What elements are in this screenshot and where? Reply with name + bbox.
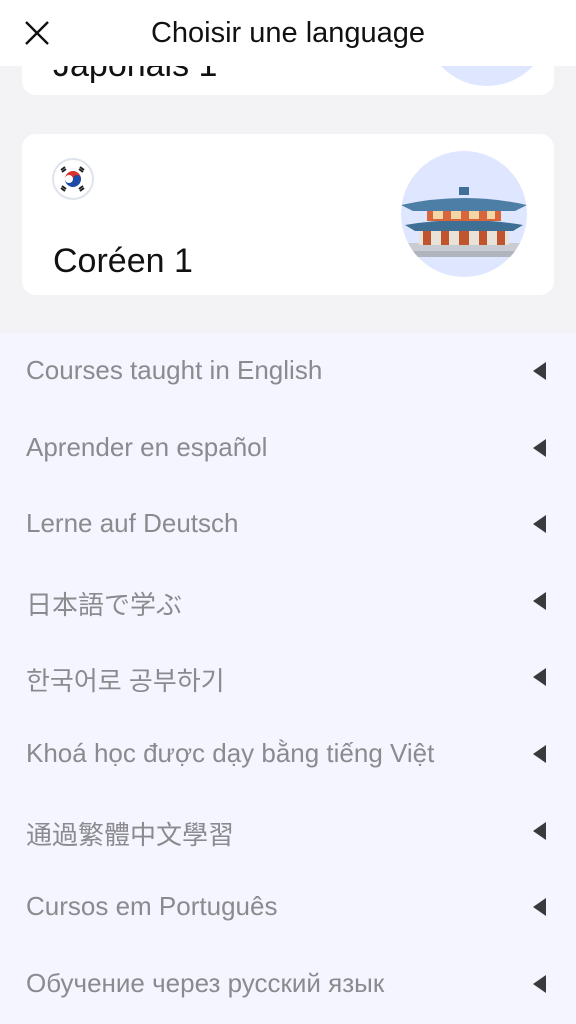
korean-palace-illustration — [401, 151, 527, 277]
language-item-label: Courses taught in English — [26, 355, 323, 385]
language-item-traditional-chinese[interactable]: 通過繁體中文學習 — [0, 793, 576, 870]
triangle-left-icon — [533, 668, 546, 686]
triangle-left-icon — [533, 439, 546, 457]
triangle-left-icon — [533, 515, 546, 533]
language-item-korean[interactable]: 한국어로 공부하기 — [0, 639, 576, 716]
language-item-vietnamese[interactable]: Khoá học được dạy bằng tiếng Việt — [0, 716, 576, 793]
language-item-russian[interactable]: Обучение через русский язык — [0, 946, 576, 1023]
language-item-label: 通過繁體中文學習 — [26, 820, 235, 850]
language-item-portuguese[interactable]: Cursos em Português — [0, 869, 576, 946]
triangle-left-icon — [533, 745, 546, 763]
language-item-label: Khoá học được dạy bằng tiếng Việt — [26, 738, 435, 768]
header-bar: Choisir une language — [0, 0, 576, 66]
course-card-label: Coréen 1 — [53, 242, 193, 280]
language-list: Courses taught in English Aprender en es… — [0, 333, 576, 1024]
triangle-left-icon — [533, 822, 546, 840]
south-korea-flag-icon — [52, 158, 94, 200]
language-item-label: Обучение через русский язык — [26, 968, 385, 998]
triangle-left-icon — [533, 362, 546, 380]
language-item-label: 日本語で学ぶ — [26, 590, 183, 620]
triangle-left-icon — [533, 592, 546, 610]
page-title: Choisir une language — [150, 17, 426, 49]
course-card-korean[interactable]: Coréen 1 — [22, 134, 554, 295]
language-item-label: 한국어로 공부하기 — [26, 666, 225, 696]
language-item-label: Lerne auf Deutsch — [26, 508, 239, 538]
language-item-label: Cursos em Português — [26, 891, 278, 921]
triangle-left-icon — [533, 898, 546, 916]
language-item-spanish[interactable]: Aprender en español — [0, 410, 576, 487]
language-item-german[interactable]: Lerne auf Deutsch — [0, 486, 576, 563]
language-item-english[interactable]: Courses taught in English — [0, 333, 576, 410]
triangle-left-icon — [533, 975, 546, 993]
language-item-japanese[interactable]: 日本語で学ぶ — [0, 563, 576, 640]
language-item-label: Aprender en español — [26, 432, 268, 462]
